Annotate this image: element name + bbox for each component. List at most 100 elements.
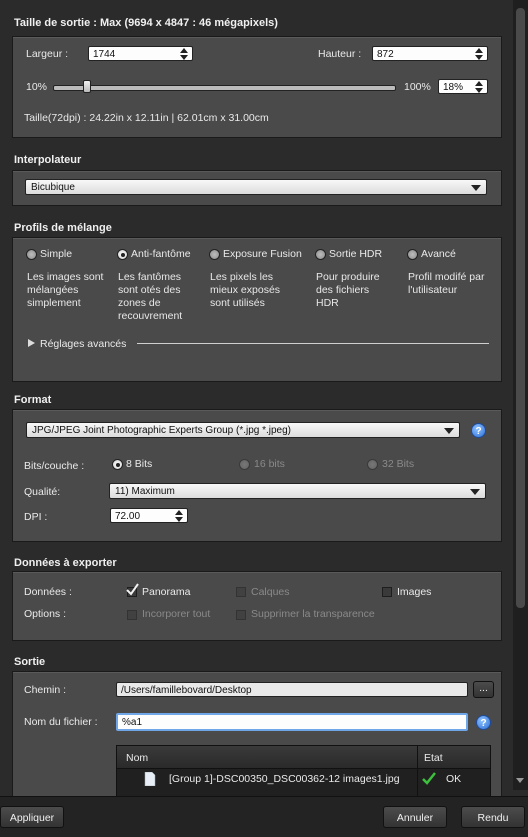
format-panel: JPG/JPEG Joint Photographic Experts Grou… (12, 409, 502, 542)
radio-32-bits-label[interactable]: 32 Bits (382, 458, 414, 470)
size-info: Taille(72dpi) : 24.22in x 12.11in | 62.0… (24, 112, 269, 124)
spinner-icon[interactable] (175, 510, 184, 522)
radio-hdr-output-label[interactable]: Sortie HDR (329, 248, 382, 260)
radio-8-bits[interactable] (112, 459, 123, 470)
divider (137, 343, 489, 344)
embed-all-label[interactable]: Incorporer tout (142, 608, 210, 620)
help-icon[interactable]: ? (471, 423, 486, 438)
chevron-down-icon (444, 428, 454, 434)
radio-16-bits[interactable] (239, 459, 250, 470)
chevron-down-icon (471, 185, 481, 191)
exposure-fusion-desc: Les pixels les mieux exposés sont utilis… (210, 271, 281, 309)
dpi-value: 72.00 (115, 511, 141, 522)
radio-exposure-fusion[interactable] (209, 249, 220, 260)
filename-label: Nom du fichier : (24, 716, 98, 728)
bits-label: Bits/couche : (24, 460, 85, 472)
checkmark-icon (126, 583, 139, 596)
quality-label: Qualité: (24, 486, 61, 498)
file-table: Nom Etat [Group 1]-DSC00350_DSC00362-12 … (116, 745, 491, 797)
interpolator-panel: Bicubique (12, 170, 502, 206)
output-panel: Chemin : /Users/famillebovard/Desktop ..… (12, 671, 502, 798)
scale-min-label: 10% (26, 81, 48, 93)
height-label: Hauteur : (318, 48, 362, 60)
interpolator-value: Bicubique (31, 182, 75, 193)
embed-all-checkbox[interactable] (127, 610, 137, 620)
format-title: Format (14, 394, 52, 406)
radio-hdr-output[interactable] (315, 249, 326, 260)
radio-32-bits[interactable] (367, 459, 378, 470)
ok-check-icon (422, 772, 436, 785)
file-icon (144, 772, 156, 786)
spinner-icon[interactable] (180, 48, 189, 60)
chevron-down-icon (470, 489, 480, 495)
path-label: Chemin : (24, 684, 67, 696)
width-field[interactable]: 1744 (88, 46, 193, 61)
images-checkbox[interactable] (382, 587, 392, 597)
dpi-label: DPI : (24, 511, 48, 523)
export-title: Données à exporter (14, 557, 117, 569)
format-select[interactable]: JPG/JPEG Joint Photographic Experts Grou… (26, 422, 460, 438)
output-title: Sortie (14, 656, 46, 668)
scale-value: 18% (443, 82, 464, 93)
simple-desc: Les images sont mélangées simplement (27, 271, 104, 309)
remove-transparency-label[interactable]: Supprimer la transparence (251, 608, 375, 620)
footer-bar (0, 796, 528, 837)
width-value: 1744 (93, 49, 116, 60)
output-size-title: Taille de sortie : Max (9694 x 4847 : 46… (14, 17, 278, 29)
interpolator-select[interactable]: Bicubique (25, 179, 487, 195)
data-label: Données : (24, 586, 72, 598)
width-label: Largeur : (26, 48, 69, 60)
interpolator-title: Interpolateur (14, 154, 82, 166)
spinner-icon[interactable] (475, 81, 484, 93)
format-value: JPG/JPEG Joint Photographic Experts Grou… (32, 425, 292, 436)
render-button[interactable]: Rendu (461, 806, 525, 828)
path-value: /Users/famillebovard/Desktop (121, 685, 252, 696)
height-field[interactable]: 872 (372, 46, 488, 61)
scale-slider-track[interactable] (53, 85, 396, 91)
scale-field[interactable]: 18% (438, 79, 488, 94)
filename-field[interactable]: %a1 (116, 713, 468, 731)
radio-advanced[interactable] (407, 249, 418, 260)
disclosure-triangle-icon[interactable] (28, 339, 35, 347)
radio-simple[interactable] (26, 249, 37, 260)
images-label[interactable]: Images (397, 586, 431, 598)
quality-value: 11) Maximum (115, 486, 175, 497)
panorama-label[interactable]: Panorama (142, 586, 190, 598)
dpi-field[interactable]: 72.00 (110, 508, 188, 523)
radio-anti-ghost-label[interactable]: Anti-fantôme (131, 248, 191, 260)
radio-anti-ghost[interactable] (117, 249, 128, 260)
scale-slider-thumb[interactable] (83, 80, 92, 93)
layers-label[interactable]: Calques (251, 586, 290, 598)
anti-ghost-desc: Les fantômes sont otés des zones de reco… (118, 271, 183, 322)
file-name: [Group 1]-DSC00350_DSC00362-12 images1.j… (169, 773, 400, 785)
radio-exposure-fusion-label[interactable]: Exposure Fusion (223, 248, 302, 260)
radio-simple-label[interactable]: Simple (40, 248, 72, 260)
remove-transparency-checkbox[interactable] (236, 610, 246, 620)
column-header-name[interactable]: Nom (126, 752, 148, 764)
apply-button[interactable]: Appliquer (0, 806, 64, 828)
layers-checkbox[interactable] (236, 587, 246, 597)
scroll-down-icon[interactable] (516, 778, 524, 783)
hdr-output-desc: Pour produire des fichiers HDR (316, 271, 380, 309)
scrollbar-thumb[interactable] (516, 8, 525, 608)
column-header-state[interactable]: Etat (424, 752, 443, 764)
options-label: Options : (24, 608, 67, 620)
blend-profiles-panel: Simple Les images sont mélangées simplem… (12, 237, 502, 382)
path-field[interactable]: /Users/famillebovard/Desktop (116, 682, 468, 697)
output-size-panel: Largeur : 1744 Hauteur : 872 10% 100% 18… (12, 36, 502, 138)
export-panel: Données : Panorama Calques Images Option… (12, 571, 502, 641)
help-icon[interactable]: ? (476, 715, 491, 730)
cancel-button[interactable]: Annuler (383, 806, 447, 828)
radio-advanced-label[interactable]: Avancé (421, 248, 456, 260)
table-row[interactable]: [Group 1]-DSC00350_DSC00362-12 images1.j… (117, 769, 490, 789)
browse-button[interactable]: ... (473, 681, 494, 698)
radio-16-bits-label[interactable]: 16 bits (254, 458, 285, 470)
advanced-desc: Profil modifé par l'utilisateur (408, 271, 485, 296)
quality-select[interactable]: 11) Maximum (109, 483, 486, 499)
height-value: 872 (377, 49, 394, 60)
scale-max-label: 100% (404, 81, 431, 93)
spinner-icon[interactable] (475, 48, 484, 60)
radio-8-bits-label[interactable]: 8 Bits (126, 458, 152, 470)
advanced-settings-toggle[interactable]: Réglages avancés (40, 338, 126, 350)
filename-value: %a1 (122, 717, 143, 728)
